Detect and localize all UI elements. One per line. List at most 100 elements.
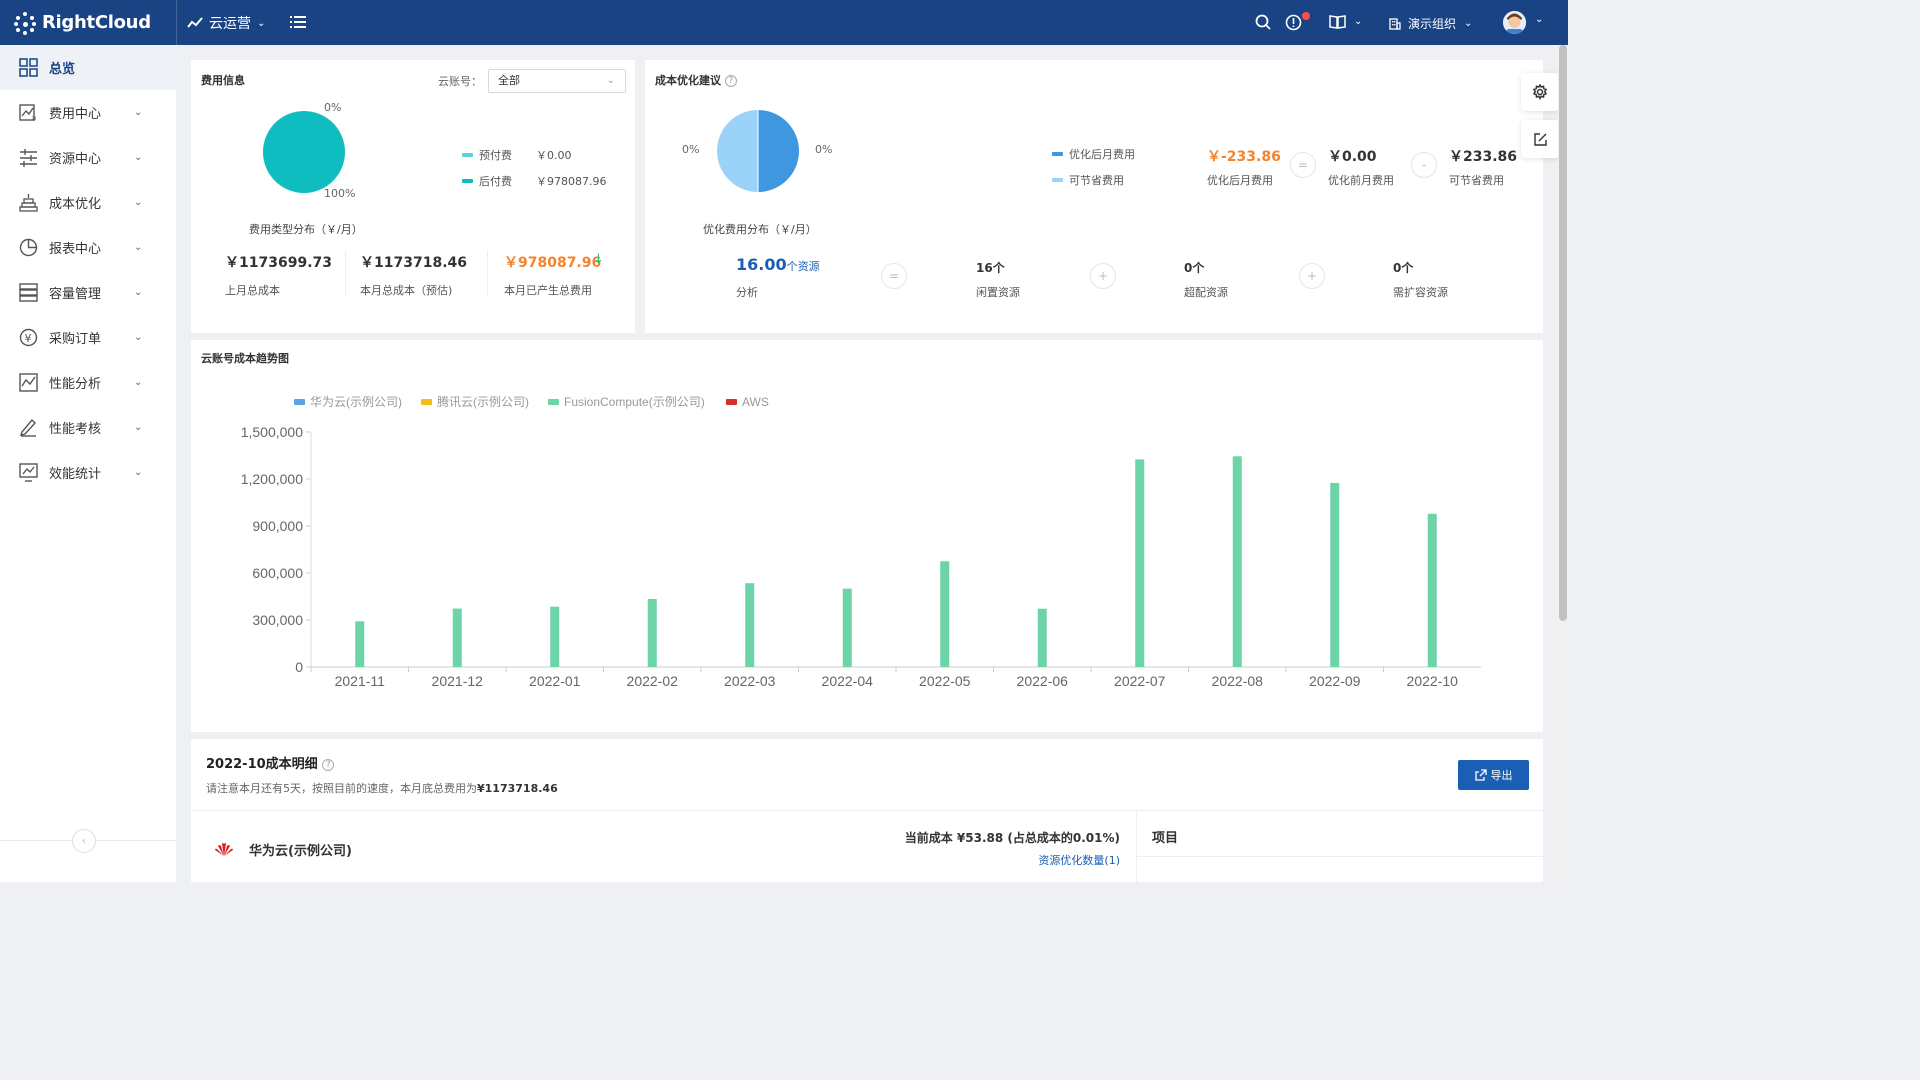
- divider: [487, 250, 488, 296]
- legend-item: 优化后月费用: [1052, 146, 1135, 162]
- optimize-pie: [717, 110, 799, 192]
- sidebar-item-capacity[interactable]: 容量管理 ⌄: [0, 270, 176, 315]
- chevron-down-icon: ⌄: [1464, 18, 1473, 29]
- logo[interactable]: RightCloud: [14, 10, 151, 35]
- sliders-icon: [20, 149, 37, 167]
- docs-menu[interactable]: ⌄: [1329, 14, 1362, 29]
- legend-label: FusionCompute(示例公司): [564, 395, 705, 409]
- scrollbar[interactable]: [1558, 45, 1568, 882]
- collapse-sidebar-button[interactable]: ‹: [72, 829, 96, 853]
- expand-needed-count[interactable]: 0个: [1393, 259, 1413, 276]
- sidebar-item-label: 性能考核: [49, 422, 102, 437]
- bar: [1232, 456, 1242, 667]
- stat-label: 超配资源: [1184, 286, 1228, 299]
- module-switcher[interactable]: 云运营 ⌄: [187, 13, 265, 33]
- bar: [452, 608, 462, 667]
- sidebar-item-cost-optimize[interactable]: 成本优化 ⌄: [0, 180, 176, 225]
- sidebar-item-efficiency[interactable]: 效能统计 ⌄: [0, 450, 176, 495]
- sidebar-item-assessment[interactable]: 性能考核 ⌄: [0, 405, 176, 450]
- sidebar-item-label: 总览: [49, 62, 76, 77]
- billing-icon: ¥: [19, 104, 37, 122]
- bar: [550, 606, 560, 667]
- stat-label: 优化前月费用: [1328, 174, 1394, 187]
- optimize-count-link[interactable]: 资源优化数量(1): [998, 852, 1120, 868]
- chevron-down-icon: ⌄: [134, 467, 143, 478]
- notification-dot: [1302, 12, 1310, 20]
- sidebar-item-label: 资源中心: [49, 152, 102, 167]
- legend-label: AWS: [742, 395, 769, 409]
- help-icon[interactable]: ?: [724, 75, 737, 87]
- stat-label: 优化后月费用: [1207, 174, 1273, 187]
- pie-label: 0%: [324, 101, 342, 114]
- legend-value: ￥978087.96: [536, 175, 607, 188]
- fee-type-pie: [263, 111, 345, 193]
- search-button[interactable]: [1255, 14, 1271, 34]
- chevron-down-icon: ⌄: [134, 197, 143, 208]
- alert-button[interactable]: [1285, 12, 1310, 35]
- overprovisioned-count[interactable]: 0个: [1184, 259, 1204, 276]
- bar: [940, 561, 950, 667]
- sidebar-item-purchase[interactable]: ¥ 采购订单 ⌄: [0, 315, 176, 360]
- x-tick-label: 2022-08: [1212, 673, 1264, 689]
- equals-operator: =: [1290, 152, 1316, 178]
- trend-icon: [187, 17, 203, 28]
- chevron-down-icon: ⌄: [134, 242, 143, 253]
- x-tick-label: 2021-11: [335, 673, 386, 689]
- divider: [191, 810, 1543, 811]
- grid-icon: [19, 58, 38, 77]
- pie-label: 100%: [324, 187, 356, 200]
- sidebar-item-label: 采购订单: [49, 332, 102, 347]
- avatar[interactable]: [1503, 11, 1526, 34]
- top-bar: RightCloud 云运营 ⌄ ⌄ 演示组织 ⌄ ⌄: [0, 0, 1568, 45]
- sidebar-item-resources[interactable]: 资源中心 ⌄: [0, 135, 176, 180]
- divider: [345, 250, 346, 296]
- sidebar-item-billing[interactable]: ¥ 费用中心 ⌄: [0, 90, 176, 135]
- chevron-left-icon: ‹: [81, 834, 87, 847]
- idle-count[interactable]: 16个: [976, 259, 1005, 276]
- scrollbar-thumb[interactable]: [1559, 45, 1567, 621]
- stat-label: 上月总成本: [225, 284, 280, 297]
- svg-text:¥: ¥: [32, 115, 37, 122]
- account-select[interactable]: 全部 ⌄: [488, 69, 626, 93]
- x-tick-label: 2022-05: [919, 673, 971, 689]
- x-tick-label: 2022-03: [724, 673, 776, 689]
- after-monthly-cost: ￥-233.86: [1207, 149, 1281, 165]
- chevron-down-icon[interactable]: ⌄: [1535, 14, 1543, 25]
- card-title-text: 成本优化建议: [655, 74, 721, 87]
- x-tick-label: 2022-04: [822, 673, 874, 689]
- current-cost: 当前成本 ¥53.88 (占总成本的0.01%): [904, 831, 1120, 845]
- legend-swatch: [1052, 152, 1063, 156]
- minus-operator: -: [1411, 152, 1437, 178]
- sidebar-item-performance[interactable]: 性能分析 ⌄: [0, 360, 176, 405]
- detail-notice: 请注意本月还有5天，按照目前的速度，本月底总费用为¥1173718.46: [206, 780, 558, 796]
- org-switcher[interactable]: 演示组织 ⌄: [1389, 15, 1472, 32]
- pie-slice: [263, 111, 345, 193]
- gear-icon: [1532, 84, 1548, 100]
- search-icon: [1255, 14, 1271, 30]
- sidebar-item-reports[interactable]: 报表中心 ⌄: [0, 225, 176, 270]
- savable-cost: ￥233.86: [1449, 149, 1518, 165]
- edit-button[interactable]: [1521, 120, 1559, 158]
- pen-icon: [19, 418, 36, 437]
- chevron-down-icon: ⌄: [257, 17, 266, 29]
- huawei-logo-icon: [215, 843, 233, 856]
- bar: [1427, 513, 1437, 667]
- detail-title-text: 2022-10成本明细: [206, 757, 318, 772]
- pie-slice: [758, 110, 799, 192]
- org-label: 演示组织: [1408, 17, 1457, 31]
- export-button[interactable]: 导出: [1458, 760, 1529, 790]
- settings-button[interactable]: [1521, 73, 1559, 111]
- pie-chart-icon: [19, 238, 38, 257]
- module-label: 云运营: [209, 16, 251, 32]
- stat-label: 可节省费用: [1449, 174, 1504, 187]
- sidebar-item-overview[interactable]: 总览: [0, 45, 176, 90]
- bar: [1135, 459, 1145, 667]
- line-chart-icon: [19, 373, 38, 392]
- chevron-down-icon: ⌄: [134, 377, 143, 388]
- menu-toggle-button[interactable]: [290, 14, 306, 33]
- help-icon[interactable]: ?: [322, 758, 335, 771]
- arrow-down-icon: ↓: [593, 252, 604, 267]
- detail-title: 2022-10成本明细 ?: [206, 753, 335, 772]
- analyzed-resources[interactable]: 16.00 个资源: [736, 255, 820, 274]
- x-tick-label: 2022-01: [529, 673, 581, 689]
